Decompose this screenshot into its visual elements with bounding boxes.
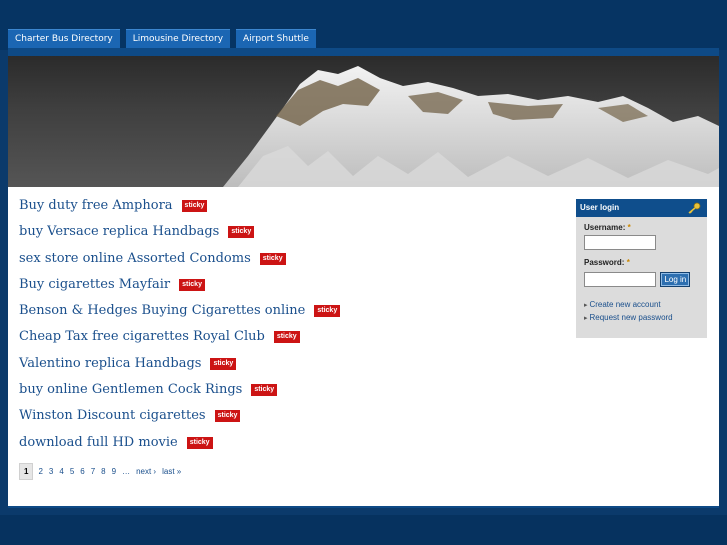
header-banner-image — [8, 56, 719, 187]
list-item: download full HD movie sticky — [19, 435, 559, 461]
sticky-badge: sticky — [259, 252, 286, 265]
tab-charter-bus-directory[interactable]: Charter Bus Directory — [8, 29, 120, 48]
list-item: sex store online Assorted Condoms sticky — [19, 251, 559, 277]
node-title-link[interactable]: buy Versace replica Handbags — [19, 224, 219, 239]
node-title-link[interactable]: download full HD movie — [19, 435, 178, 450]
pager-next-link[interactable]: next › — [136, 467, 156, 476]
password-label: Password: * — [584, 258, 699, 267]
password-label-text: Password: — [584, 258, 625, 267]
pager-page-link[interactable]: 4 — [59, 467, 63, 476]
list-item: Cheap Tax free cigarettes Royal Club sti… — [19, 329, 559, 355]
sticky-badge: sticky — [228, 226, 255, 239]
node-title-link[interactable]: buy online Gentlemen Cock Rings — [19, 382, 242, 397]
username-label: Username: * — [584, 223, 699, 232]
primary-nav: Charter Bus Directory Limousine Director… — [8, 29, 316, 48]
pager-page-link[interactable]: 5 — [70, 467, 74, 476]
required-mark: * — [627, 223, 631, 232]
tab-limousine-directory[interactable]: Limousine Directory — [125, 29, 231, 48]
password-field[interactable] — [584, 272, 656, 287]
node-list: Buy duty free Amphora sticky buy Versace… — [19, 198, 559, 461]
pager-page-link[interactable]: 8 — [101, 467, 105, 476]
sticky-badge: sticky — [214, 410, 241, 423]
create-account-link[interactable]: Create new account — [584, 299, 699, 312]
sticky-badge: sticky — [314, 305, 341, 318]
pager-ellipsis: … — [122, 467, 131, 476]
login-block-header: User login — [576, 199, 707, 217]
pager-page-link[interactable]: 6 — [80, 467, 84, 476]
request-password-link[interactable]: Request new password — [584, 312, 699, 325]
list-item: Buy duty free Amphora sticky — [19, 198, 559, 224]
node-title-link[interactable]: Buy cigarettes Mayfair — [19, 277, 170, 292]
footer-band — [0, 515, 727, 545]
user-login-block: User login Username: * Password: * Log i… — [576, 199, 707, 338]
list-item: buy Versace replica Handbags sticky — [19, 224, 559, 250]
required-mark: * — [626, 258, 630, 267]
login-button[interactable]: Log in — [660, 272, 691, 287]
login-form: Username: * Password: * Log in Create ne… — [576, 217, 707, 329]
sticky-badge: sticky — [181, 200, 208, 212]
list-item: buy online Gentlemen Cock Rings sticky — [19, 382, 559, 408]
pager-page-link[interactable]: 3 — [49, 467, 53, 476]
list-item: Benson & Hedges Buying Cigarettes online… — [19, 303, 559, 329]
pager: 1 2 3 4 5 6 7 8 9 … next › last » — [19, 463, 187, 480]
sticky-badge: sticky — [273, 331, 300, 344]
mountain-illustration — [223, 66, 719, 187]
sticky-badge: sticky — [251, 384, 278, 397]
sticky-badge: sticky — [179, 278, 205, 291]
pager-current-page: 1 — [19, 463, 34, 480]
node-title-link[interactable]: sex store online Assorted Condoms — [19, 251, 251, 266]
page-container: Buy duty free Amphora sticky buy Versace… — [8, 56, 719, 506]
username-field[interactable] — [584, 235, 656, 250]
key-icon — [688, 202, 701, 214]
pager-page-link[interactable]: 7 — [91, 467, 95, 476]
tab-airport-shuttle[interactable]: Airport Shuttle — [236, 29, 316, 48]
list-item: Buy cigarettes Mayfair sticky — [19, 277, 559, 303]
list-item: Winston Discount cigarettes sticky — [19, 408, 559, 434]
node-title-link[interactable]: Valentino replica Handbags — [19, 356, 201, 371]
node-title-link[interactable]: Benson & Hedges Buying Cigarettes online — [19, 303, 305, 318]
username-label-text: Username: — [584, 223, 626, 232]
pager-last-link[interactable]: last » — [162, 467, 181, 476]
sticky-badge: sticky — [186, 436, 213, 449]
node-title-link[interactable]: Cheap Tax free cigarettes Royal Club — [19, 329, 265, 344]
pager-page-link[interactable]: 9 — [112, 467, 116, 476]
sticky-badge: sticky — [210, 357, 237, 370]
node-title-link[interactable]: Buy duty free Amphora — [19, 198, 173, 213]
login-block-title: User login — [580, 203, 620, 212]
node-title-link[interactable]: Winston Discount cigarettes — [19, 408, 206, 423]
list-item: Valentino replica Handbags sticky — [19, 356, 559, 382]
login-links: Create new account Request new password — [584, 299, 699, 325]
pager-page-link[interactable]: 2 — [38, 467, 42, 476]
